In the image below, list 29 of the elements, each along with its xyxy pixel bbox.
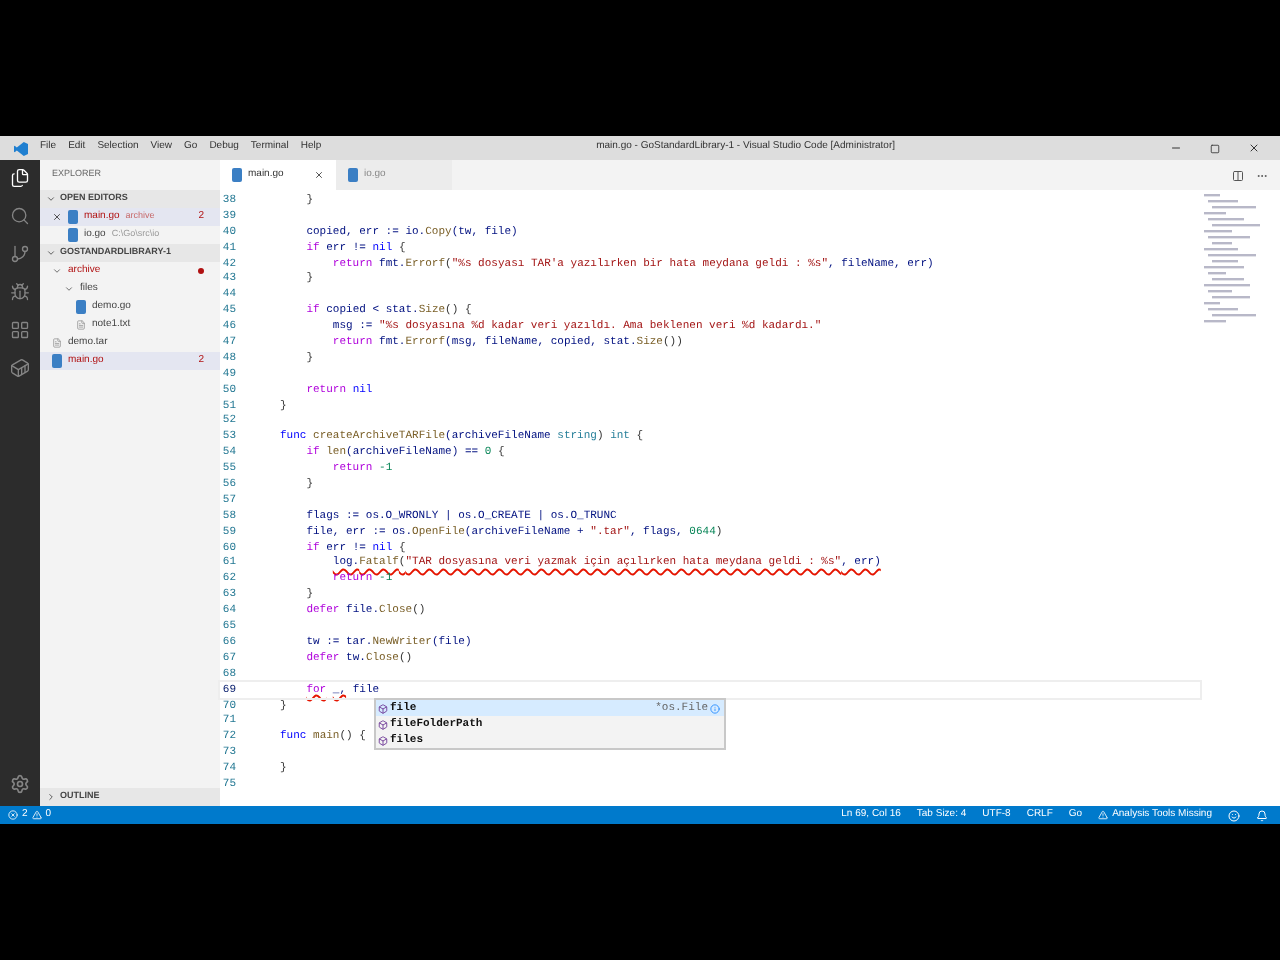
- go-file-icon: [52, 354, 62, 368]
- variable-icon: [378, 703, 388, 713]
- minimize-icon[interactable]: [1170, 142, 1182, 154]
- go-file-icon: [348, 168, 358, 182]
- container-icon[interactable]: [10, 358, 30, 378]
- go-file-icon: [232, 168, 242, 182]
- variable-icon: [378, 719, 388, 729]
- variable-icon: [378, 735, 388, 745]
- app-logo-icon: [13, 141, 27, 155]
- chevron-icon: [46, 792, 56, 802]
- split-editor-icon[interactable]: [1232, 169, 1244, 181]
- go-file-icon: [76, 300, 86, 314]
- bell-icon[interactable]: [1256, 809, 1268, 821]
- restore-icon[interactable]: [1210, 143, 1220, 153]
- branch-icon[interactable]: [10, 244, 30, 264]
- warning-icon[interactable]: [31, 810, 42, 820]
- file-icon: [76, 320, 86, 330]
- settings-icon[interactable]: [10, 774, 30, 794]
- search-icon[interactable]: [10, 206, 30, 226]
- close-icon[interactable]: [1248, 142, 1260, 154]
- warning-icon[interactable]: [1098, 810, 1109, 820]
- chevron-icon: [46, 194, 56, 204]
- error-icon[interactable]: [8, 810, 18, 820]
- files-icon[interactable]: [10, 168, 30, 188]
- smiley-icon[interactable]: [1228, 809, 1240, 821]
- bug-icon[interactable]: [10, 282, 30, 302]
- grid-icon[interactable]: [10, 320, 30, 340]
- chevron-icon: [46, 248, 56, 258]
- file-icon: [52, 338, 62, 348]
